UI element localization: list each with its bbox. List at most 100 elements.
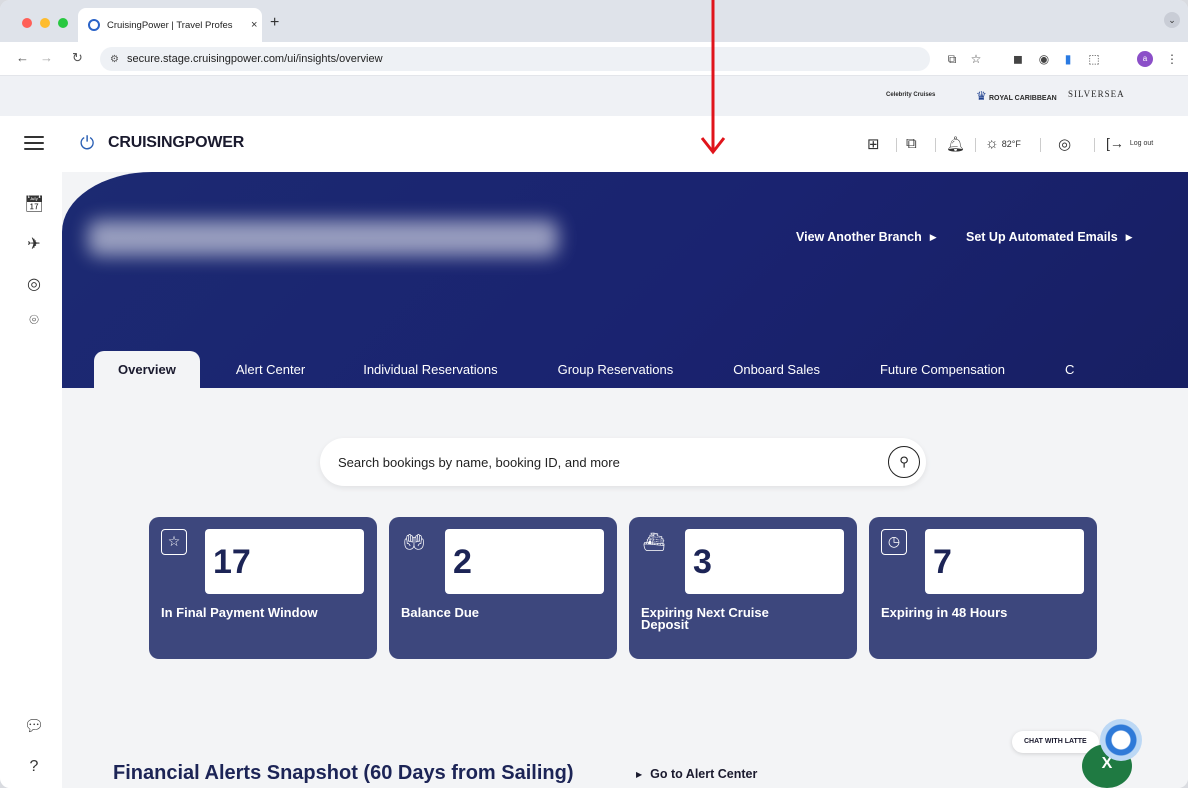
divider xyxy=(1040,138,1041,152)
cruisingpower-logo[interactable]: ⏻ CRUISINGPOWER xyxy=(80,133,244,153)
divider xyxy=(935,138,936,152)
extension-icon[interactable]: ◼ xyxy=(1010,51,1026,67)
booking-search-input[interactable] xyxy=(338,438,878,486)
card-label: Expiring Next Cruise Deposit xyxy=(641,605,769,632)
airplane-icon[interactable]: ✈ xyxy=(24,234,44,254)
card-value: 17 xyxy=(213,543,251,581)
site-info-icon[interactable]: ⚙ xyxy=(110,54,119,65)
browser-window: CruisingPower | Travel Profes × + ⌄ ← → … xyxy=(0,0,1188,788)
calendar-star-icon: ☆ xyxy=(161,529,187,555)
cruisingpower-favicon-icon xyxy=(88,19,100,31)
back-icon[interactable]: ← xyxy=(16,50,29,65)
notifications-bell-icon[interactable]: 🔔︎ xyxy=(946,135,965,153)
tab-overflow[interactable]: C xyxy=(1035,351,1074,388)
tab-search-icon[interactable]: ⌄ xyxy=(1164,12,1180,28)
ship-icon: ⛴︎ xyxy=(642,532,666,552)
close-tab-icon[interactable]: × xyxy=(251,19,257,31)
tab-onboard-sales[interactable]: Onboard Sales xyxy=(703,351,850,388)
close-window-button[interactable] xyxy=(22,18,32,28)
help-icon[interactable]: ? xyxy=(24,758,44,778)
globe-icon[interactable]: ◎ xyxy=(24,274,44,294)
reload-icon[interactable]: ↻ xyxy=(72,50,83,66)
app-header: ⏻ CRUISINGPOWER ⊞ ⧉ 🔔︎ ☼ 82°F ◎ [→ Log o… xyxy=(0,116,1188,172)
browser-tabbar: CruisingPower | Travel Profes × + ⌄ xyxy=(0,0,1188,42)
logout-icon: [→ xyxy=(1106,135,1124,151)
url-field[interactable]: ⚙ secure.stage.cruisingpower.com/ui/insi… xyxy=(100,47,930,71)
address-bar: ← → ↻ ⚙ secure.stage.cruisingpower.com/u… xyxy=(0,42,1188,76)
caret-right-icon: ▶ xyxy=(1125,231,1133,242)
left-sidebar: 📅︎ ✈ ◎ ⌾ 💬︎ ? xyxy=(0,172,62,788)
royal-caribbean-logo[interactable]: ♛ ROYAL CARIBBEAN xyxy=(976,89,1057,103)
caret-right-icon: ▶ xyxy=(636,769,643,779)
insights-tabs: Overview Alert Center Individual Reserva… xyxy=(94,351,1074,388)
profile-avatar[interactable]: a xyxy=(1137,51,1153,67)
expiring-48-hours-card[interactable]: ◷ 7 Expiring in 48 Hours xyxy=(869,517,1097,659)
divider xyxy=(975,138,976,152)
bookmark-star-icon[interactable]: ☆ xyxy=(968,51,984,67)
brand-strip: Celebrity Cruises ♛ ROYAL CARIBBEAN SILV… xyxy=(0,76,1188,116)
install-app-icon[interactable]: ⧉ xyxy=(944,51,960,67)
new-tab-button[interactable]: + xyxy=(270,14,279,32)
chat-bubble-icon[interactable]: 💬︎ xyxy=(24,716,44,736)
apps-grid-icon[interactable]: ⊞ xyxy=(867,135,880,153)
clock-icon: ◷ xyxy=(881,529,907,555)
final-payment-window-card[interactable]: ☆ 17 In Final Payment Window xyxy=(149,517,377,659)
calendar-add-icon[interactable]: 📅︎ xyxy=(24,194,44,214)
card-label: In Final Payment Window xyxy=(161,605,318,620)
tab-overview[interactable]: Overview xyxy=(94,351,200,388)
logout-button[interactable]: [→ Log out xyxy=(1106,135,1153,151)
weather-widget[interactable]: ☼ 82°F xyxy=(985,135,1021,152)
set-up-automated-emails-label: Set Up Automated Emails xyxy=(966,230,1118,244)
forward-icon[interactable]: → xyxy=(40,50,53,65)
chat-with-latte-button[interactable]: CHAT WITH LATTE xyxy=(1012,731,1099,753)
browser-menu-icon[interactable]: ⋮ xyxy=(1164,51,1180,67)
tab-individual-reservations[interactable]: Individual Reservations xyxy=(333,351,527,388)
card-value-box: 7 xyxy=(925,529,1084,594)
card-value-box: 17 xyxy=(205,529,364,594)
search-icon[interactable]: ⚲ xyxy=(888,446,920,478)
url-text: secure.stage.cruisingpower.com/ui/insigh… xyxy=(126,53,383,65)
puzzle-extensions-icon[interactable]: ⬚ xyxy=(1086,51,1102,67)
royal-caribbean-label: ROYAL CARIBBEAN xyxy=(989,95,1057,102)
card-value: 2 xyxy=(453,543,472,581)
latte-chatbot-icon[interactable] xyxy=(1100,719,1142,761)
camera-extension-icon[interactable]: ◉ xyxy=(1036,51,1052,67)
caret-right-icon: ▶ xyxy=(929,231,937,242)
royal-caribbean-crown-icon: ♛ xyxy=(976,89,987,103)
financial-alerts-snapshot-title: Financial Alerts Snapshot (60 Days from … xyxy=(113,762,574,784)
silversea-logo[interactable]: SILVERSEA xyxy=(1068,89,1125,99)
divider xyxy=(1094,138,1095,152)
browser-tab-title: CruisingPower | Travel Profes xyxy=(107,19,233,31)
celebrity-cruises-logo[interactable]: Celebrity Cruises xyxy=(886,92,935,98)
blurred-agency-name xyxy=(88,220,558,256)
hand-coins-icon: 🤲︎ xyxy=(402,532,426,552)
card-value-box: 2 xyxy=(445,529,604,594)
messages-icon[interactable]: ⧉ xyxy=(906,135,917,152)
browser-tab[interactable]: CruisingPower | Travel Profes × xyxy=(78,8,262,42)
card-value: 7 xyxy=(933,543,952,581)
minimize-window-button[interactable] xyxy=(40,18,50,28)
card-label: Balance Due xyxy=(401,605,480,620)
balance-due-card[interactable]: 🤲︎ 2 Balance Due xyxy=(389,517,617,659)
user-profile-icon[interactable]: ◎ xyxy=(1058,135,1071,153)
expiring-deposit-card[interactable]: ⛴︎ 3 Expiring Next Cruise Deposit xyxy=(629,517,857,659)
tab-group-reservations[interactable]: Group Reservations xyxy=(528,351,704,388)
hamburger-menu-icon[interactable] xyxy=(24,136,44,150)
card-value: 3 xyxy=(693,543,712,581)
divider xyxy=(896,138,897,152)
extension-2-icon[interactable]: ▮ xyxy=(1060,51,1076,67)
maximize-window-button[interactable] xyxy=(58,18,68,28)
go-to-alert-center-label: Go to Alert Center xyxy=(650,767,758,781)
card-value-box: 3 xyxy=(685,529,844,594)
logo-text: CRUISINGPOWER xyxy=(108,134,245,151)
weather-temperature: 82°F xyxy=(1001,138,1021,149)
location-pin-icon[interactable]: ⌾ xyxy=(24,312,44,332)
tab-future-compensation[interactable]: Future Compensation xyxy=(850,351,1035,388)
logout-label: Log out xyxy=(1129,139,1154,147)
view-another-branch-label: View Another Branch xyxy=(796,230,922,244)
tab-alert-center[interactable]: Alert Center xyxy=(200,351,333,388)
set-up-automated-emails-link[interactable]: Set Up Automated Emails ▶ xyxy=(966,230,1133,244)
sun-icon: ☼ xyxy=(985,135,999,152)
view-another-branch-link[interactable]: View Another Branch ▶ xyxy=(796,230,937,244)
go-to-alert-center-link[interactable]: ▶ Go to Alert Center xyxy=(636,767,757,781)
